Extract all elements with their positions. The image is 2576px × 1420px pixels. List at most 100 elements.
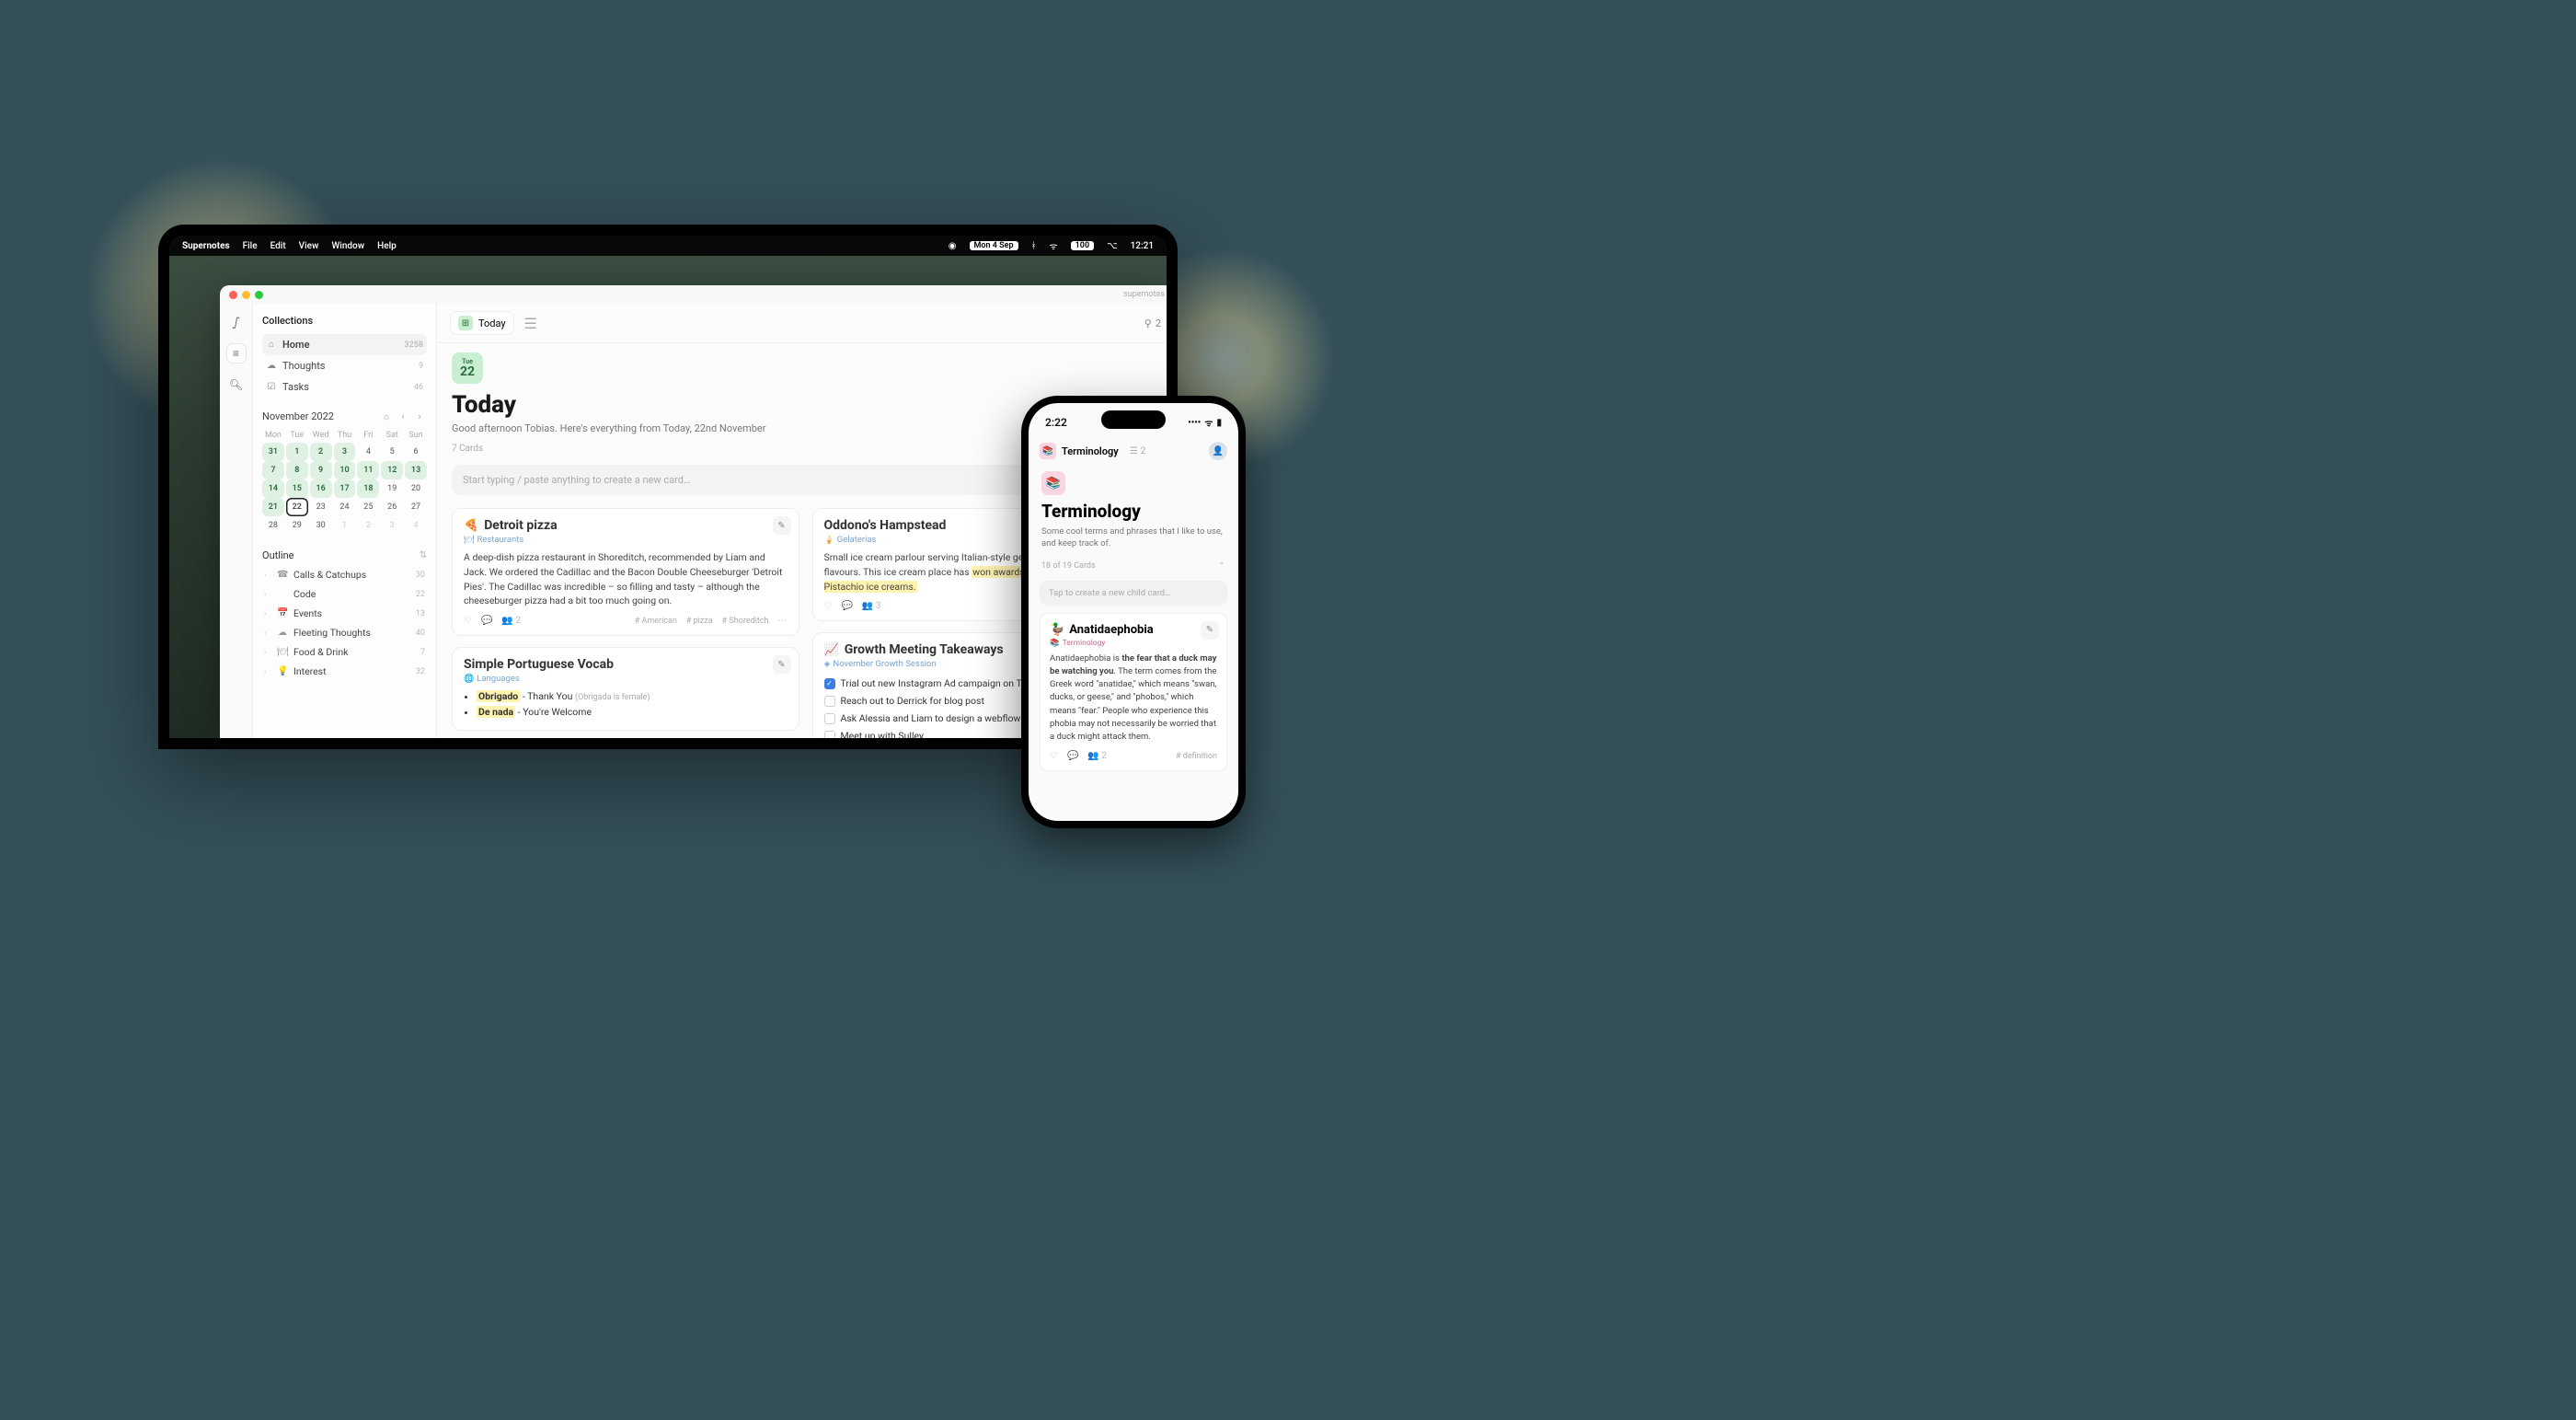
window-minimize-button[interactable]	[242, 291, 250, 299]
calendar-day-2[interactable]: 2	[310, 443, 332, 461]
phone-card[interactable]: ✎ 🦆Anatidaephobia 📚Terminology Anatidaep…	[1040, 613, 1227, 772]
people-indicator[interactable]: 👥 2	[1087, 751, 1107, 761]
tag[interactable]: # pizza	[686, 617, 713, 626]
outline-item[interactable]: › ☁ Fleeting Thoughts 40	[262, 623, 427, 642]
card-edit-button[interactable]: ✎	[1201, 621, 1219, 640]
expand-icon[interactable]: ⌃	[1218, 561, 1225, 571]
calendar-day-17[interactable]: 17	[334, 479, 356, 498]
outline-item[interactable]: › 📅 Events 13	[262, 604, 427, 623]
tag[interactable]: # American	[635, 617, 677, 626]
calendar-day-6[interactable]: 6	[405, 443, 427, 461]
calendar-day-9[interactable]: 9	[310, 461, 332, 479]
calendar-day-11[interactable]: 11	[357, 461, 379, 479]
task-checkbox[interactable]	[824, 713, 835, 724]
calendar-day-20[interactable]: 20	[405, 479, 427, 498]
calendar-day-13[interactable]: 13	[405, 461, 427, 479]
calendar-day-4[interactable]: 4	[405, 516, 427, 535]
comment-icon[interactable]: 💬	[481, 616, 492, 626]
comment-icon[interactable]: 💬	[1067, 751, 1078, 761]
calendar-day-30[interactable]: 30	[310, 516, 332, 535]
window-close-button[interactable]	[229, 291, 237, 299]
calendar-day-31[interactable]: 31	[262, 443, 284, 461]
menu-window[interactable]: Window	[331, 241, 364, 251]
task-checkbox[interactable]	[824, 731, 835, 738]
rail-collections-icon[interactable]: ≡	[227, 344, 246, 363]
people-indicator[interactable]: 👥 2	[501, 616, 521, 626]
calendar-day-24[interactable]: 24	[334, 498, 356, 516]
calendar-day-10[interactable]: 10	[334, 461, 356, 479]
menu-view[interactable]: View	[299, 241, 319, 251]
phone-composer[interactable]: Tap to create a new child card…	[1040, 581, 1227, 606]
filter-icon[interactable]: ☰	[522, 314, 540, 332]
card-edit-button[interactable]: ✎	[773, 516, 791, 535]
clock[interactable]: 12:21	[1131, 241, 1154, 251]
calendar-day-3[interactable]: 3	[381, 516, 403, 535]
menu-edit[interactable]: Edit	[270, 241, 286, 251]
calendar-day-14[interactable]: 14	[262, 479, 284, 498]
eye-icon[interactable]: ◉	[949, 241, 957, 251]
window-maximize-button[interactable]	[255, 291, 263, 299]
calendar-day-25[interactable]: 25	[357, 498, 379, 516]
calendar-day-28[interactable]: 28	[262, 516, 284, 535]
task-checkbox[interactable]	[824, 696, 835, 707]
date-indicator[interactable]: Mon 4 Sep	[970, 241, 1018, 250]
heart-icon[interactable]: ♡	[824, 601, 833, 611]
breadcrumb-today[interactable]: ⊞ Today	[450, 311, 514, 335]
tag[interactable]: # Shoreditch	[722, 617, 769, 626]
rail-logo-icon[interactable]: ഽ	[227, 313, 246, 331]
wifi-icon[interactable]: ᯤ	[1050, 239, 1058, 252]
pin-indicator[interactable]: ⚲ 2	[1144, 317, 1161, 329]
tag-definition[interactable]: # definition	[1176, 752, 1217, 761]
calendar-day-29[interactable]: 29	[286, 516, 308, 535]
calendar-day-18[interactable]: 18	[357, 479, 379, 498]
heart-icon[interactable]: ♡	[1050, 751, 1058, 761]
calendar-day-16[interactable]: 16	[310, 479, 332, 498]
app-name[interactable]: Supernotes	[182, 241, 230, 251]
calendar-day-8[interactable]: 8	[286, 461, 308, 479]
outline-sort-icon[interactable]: ⇅	[420, 550, 427, 560]
phone-filter-button[interactable]: ☰2	[1130, 446, 1146, 456]
phone-card-parent[interactable]: Terminology	[1063, 639, 1106, 648]
card-edit-button[interactable]: ✎	[773, 655, 791, 674]
outline-item[interactable]: › Code 22	[262, 584, 427, 604]
calendar-day-23[interactable]: 23	[310, 498, 332, 516]
calendar-day-12[interactable]: 12	[381, 461, 403, 479]
calendar-day-3[interactable]: 3	[334, 443, 356, 461]
calendar-day-4[interactable]: 4	[357, 443, 379, 461]
calendar-day-1[interactable]: 1	[334, 516, 356, 535]
sidebar-item-home[interactable]: ⌂ Home 3258	[262, 334, 427, 355]
more-icon[interactable]: ⋯	[778, 616, 788, 626]
calendar-sun-icon[interactable]: ☼	[379, 410, 394, 422]
outline-item[interactable]: › 💡 Interest 32	[262, 662, 427, 681]
calendar-day-1[interactable]: 1	[286, 443, 308, 461]
calendar-day-22[interactable]: 22	[286, 498, 308, 516]
task-checkbox[interactable]: ✓	[824, 678, 835, 689]
calendar-day-15[interactable]: 15	[286, 479, 308, 498]
rail-search-icon[interactable]: 🔍︎	[227, 375, 246, 394]
sidebar-item-tasks[interactable]: ☑ Tasks 46	[262, 376, 427, 398]
card-portuguese-vocab[interactable]: ✎ Simple Portuguese Vocab 🌐Languages Obr…	[452, 647, 799, 731]
menu-file[interactable]: File	[243, 241, 258, 251]
calendar-day-26[interactable]: 26	[381, 498, 403, 516]
menu-help[interactable]: Help	[377, 241, 397, 251]
card-detroit-pizza[interactable]: ✎ 🍕Detroit pizza 🍽Restaurants A deep-dis…	[452, 508, 799, 636]
avatar[interactable]: 👤	[1209, 442, 1227, 460]
calendar-day-2[interactable]: 2	[357, 516, 379, 535]
calendar-next-button[interactable]: ›	[412, 410, 427, 422]
outline-item[interactable]: › 🍽 Food & Drink 7	[262, 642, 427, 662]
calendar-day-19[interactable]: 19	[381, 479, 403, 498]
control-center-icon[interactable]: ⌥	[1107, 241, 1118, 251]
phone-breadcrumb[interactable]: Terminology	[1062, 445, 1119, 457]
comment-icon[interactable]: 💬	[841, 601, 852, 611]
outline-item[interactable]: › ☎ Calls & Catchups 30	[262, 565, 427, 584]
calendar-day-5[interactable]: 5	[381, 443, 403, 461]
calendar-day-21[interactable]: 21	[262, 498, 284, 516]
calendar-day-7[interactable]: 7	[262, 461, 284, 479]
sidebar-item-thoughts[interactable]: ☁ Thoughts 9	[262, 355, 427, 376]
bluetooth-icon[interactable]: ᚼ	[1031, 241, 1037, 251]
calendar-prev-button[interactable]: ‹	[396, 410, 410, 422]
people-indicator[interactable]: 👥 3	[862, 601, 881, 611]
calendar-day-27[interactable]: 27	[405, 498, 427, 516]
phone-collection-icon[interactable]: 📚	[1040, 443, 1056, 459]
battery-indicator[interactable]: 100	[1071, 241, 1094, 250]
